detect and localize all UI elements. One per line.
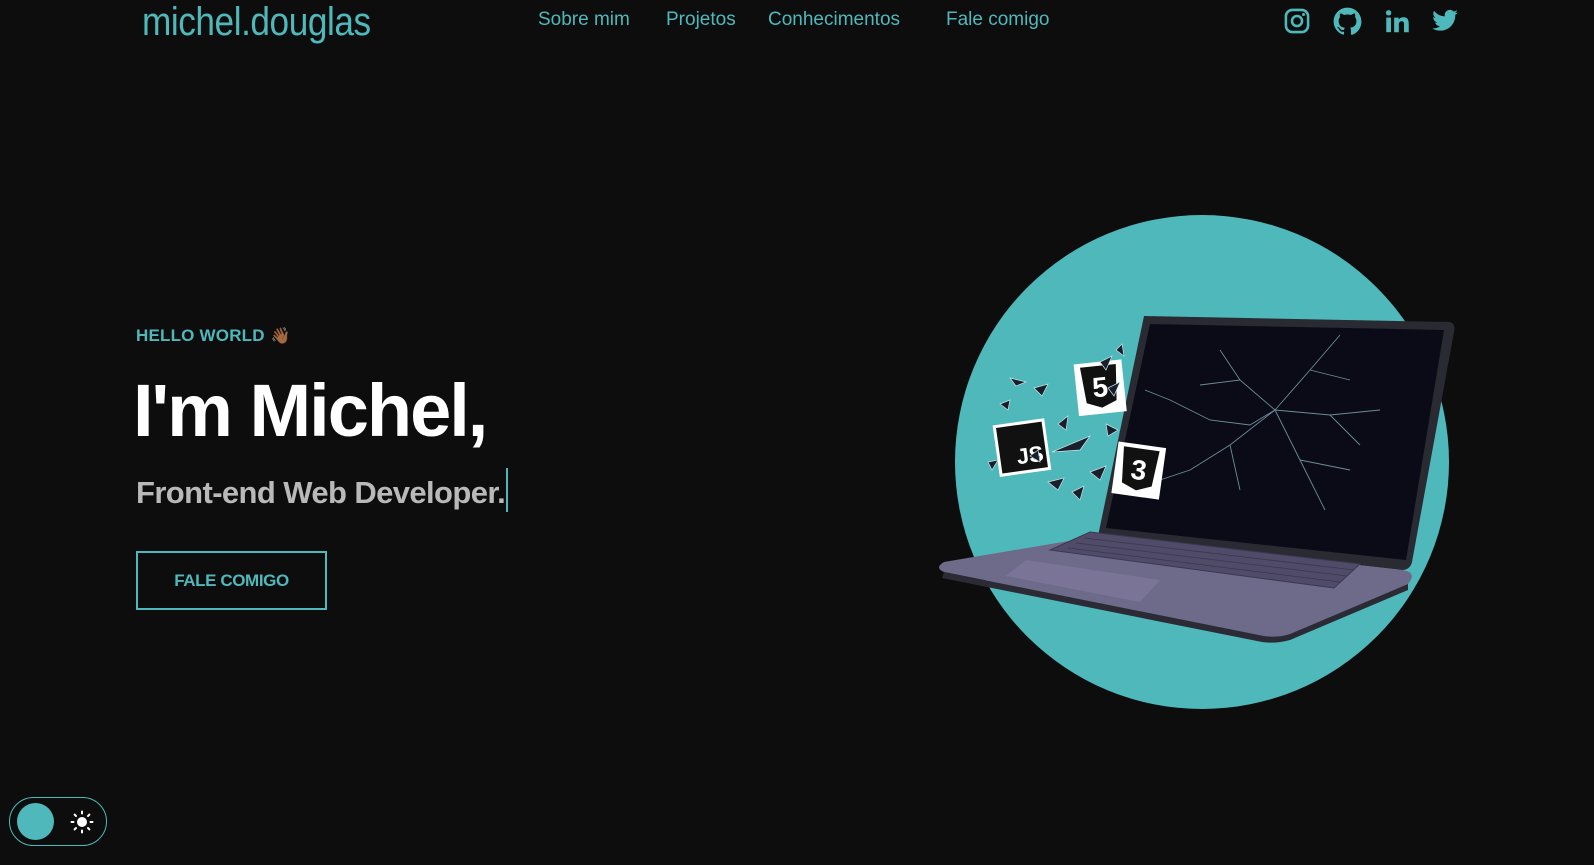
typing-cursor: [506, 468, 509, 512]
greeting-text: HELLO WORLD 👋🏾: [136, 326, 291, 346]
css3-badge: 3: [1111, 441, 1167, 500]
laptop-illustration: 5 JS 3: [939, 215, 1455, 709]
site-header: michel.douglas Sobre mim Projetos Conhec…: [0, 0, 1594, 50]
hero-subtitle: Front-end Web Developer.: [136, 468, 509, 513]
social-links: [1282, 6, 1462, 36]
nav-link-sobre-mim[interactable]: Sobre mim: [538, 6, 630, 34]
toggle-knob: [17, 803, 54, 840]
greeting-label: HELLO WORLD: [136, 326, 265, 345]
linkedin-icon[interactable]: [1382, 6, 1412, 36]
twitter-icon[interactable]: [1430, 6, 1460, 36]
nav-link-projetos[interactable]: Projetos: [666, 6, 736, 34]
hero-headline: I'm Michel,: [133, 369, 488, 452]
html5-badge: 5: [1073, 359, 1127, 417]
theme-toggle[interactable]: [9, 797, 107, 846]
nav-link-conhecimentos[interactable]: Conhecimentos: [768, 6, 900, 34]
site-logo[interactable]: michel.douglas: [142, 0, 371, 48]
waving-hand-icon: 👋🏾: [270, 328, 291, 345]
github-icon[interactable]: [1332, 6, 1362, 36]
contact-button[interactable]: FALE COMIGO: [136, 551, 327, 610]
javascript-badge: JS: [992, 418, 1052, 477]
instagram-icon[interactable]: [1282, 6, 1312, 36]
sun-icon: [70, 810, 94, 834]
hero-subtitle-text: Front-end Web Developer.: [136, 475, 506, 510]
laptop-screen: [1106, 324, 1444, 560]
hero-illustration: 5 JS 3: [930, 210, 1470, 720]
html5-badge-label: 5: [1091, 371, 1110, 403]
javascript-badge-label: JS: [1015, 441, 1045, 470]
nav-link-fale-comigo[interactable]: Fale comigo: [946, 6, 1050, 34]
